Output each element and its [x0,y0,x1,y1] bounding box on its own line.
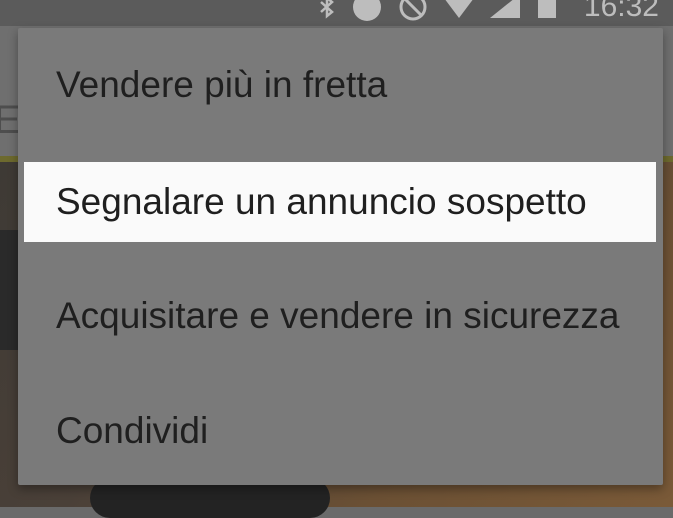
menu-item-label: Vendere più in fretta [56,64,388,105]
menu-item-label: Acquisitare e vendere in sicurezza [56,295,620,336]
menu-item-report-listing[interactable]: Segnalare un annuncio sospetto [24,162,656,242]
bluetooth-icon [318,0,336,20]
wifi-icon [444,0,474,20]
status-icons: 16:32 [318,0,659,22]
menu-item-buy-sell-safely[interactable]: Acquisitare e vendere in sicurezza [18,276,663,356]
menu-item-label: Condividi [56,410,209,451]
status-bar: 16:32 [0,0,673,26]
alarm-icon [398,0,428,22]
overflow-menu: Vendere più in fretta Segnalare un annun… [18,28,663,485]
menu-item-share[interactable]: Condividi [18,391,663,471]
dnd-icon [352,0,382,22]
menu-item-label: Segnalare un annuncio sospetto [56,181,587,222]
signal-icon [489,0,520,20]
clock: 16:32 [583,0,659,23]
battery-icon [536,0,558,20]
menu-item-sell-faster[interactable]: Vendere più in fretta [18,45,663,125]
